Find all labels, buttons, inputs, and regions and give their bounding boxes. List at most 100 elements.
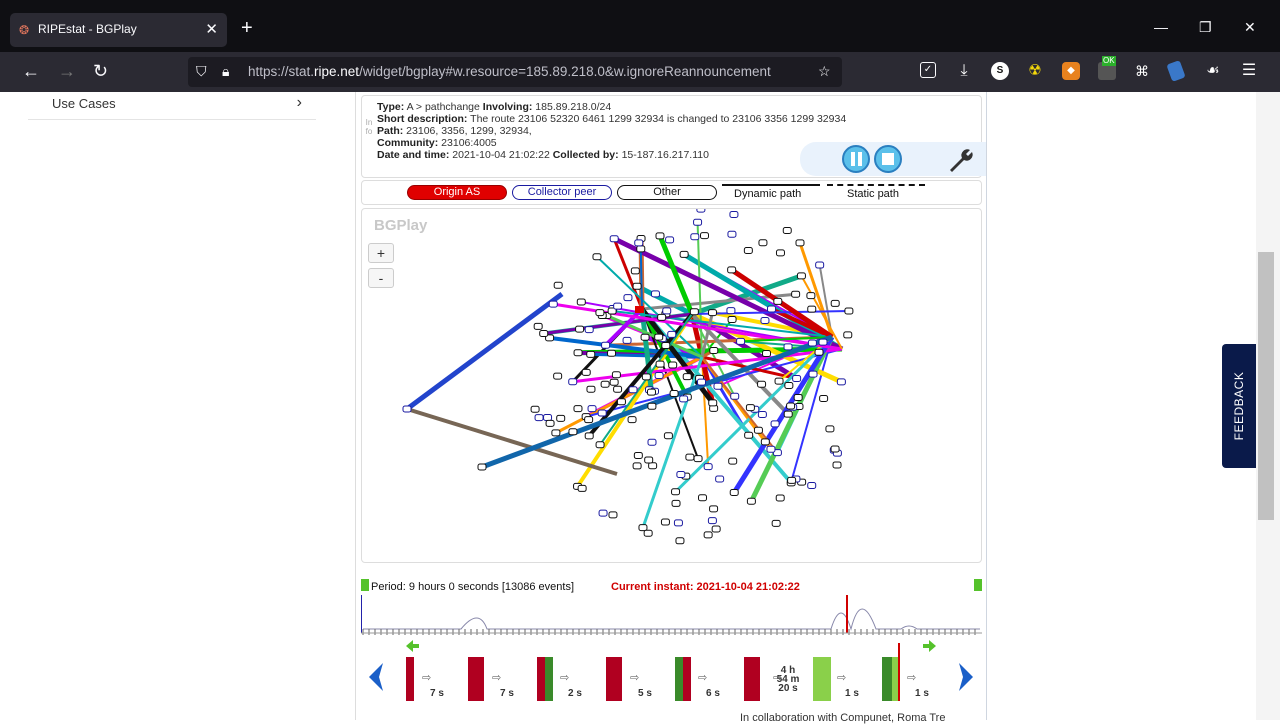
- as-node[interactable]: [592, 253, 602, 261]
- prev-event-button[interactable]: [369, 663, 383, 691]
- as-node[interactable]: [553, 281, 563, 289]
- event-block[interactable]: [744, 657, 760, 701]
- as-node[interactable]: [819, 394, 829, 402]
- as-node[interactable]: [661, 341, 671, 349]
- as-node[interactable]: [757, 380, 767, 388]
- as-node[interactable]: [698, 494, 708, 502]
- as-node[interactable]: [671, 488, 681, 496]
- as-node[interactable]: [609, 378, 619, 386]
- as-node[interactable]: [726, 307, 736, 315]
- as-node[interactable]: [771, 519, 781, 527]
- as-node[interactable]: [818, 338, 828, 346]
- as-node[interactable]: [597, 409, 607, 417]
- as-node[interactable]: [762, 350, 772, 358]
- event-block[interactable]: [813, 657, 831, 701]
- as-node[interactable]: [548, 300, 558, 308]
- as-node[interactable]: [402, 405, 412, 413]
- as-node[interactable]: [807, 305, 817, 313]
- as-node[interactable]: [787, 476, 797, 484]
- event-block[interactable]: [683, 657, 691, 701]
- extension-s-icon[interactable]: S: [991, 62, 1009, 80]
- as-node[interactable]: [640, 333, 650, 341]
- as-node[interactable]: [657, 313, 667, 321]
- as-node[interactable]: [696, 209, 706, 213]
- as-node[interactable]: [609, 235, 619, 243]
- as-node[interactable]: [775, 249, 785, 257]
- chevron-right-icon[interactable]: ›: [297, 94, 302, 112]
- step-back-arrow-icon[interactable]: [406, 640, 419, 652]
- as-node[interactable]: [655, 232, 665, 240]
- as-node[interactable]: [689, 308, 699, 316]
- as-node[interactable]: [830, 299, 840, 307]
- as-node[interactable]: [584, 432, 594, 440]
- as-node[interactable]: [807, 482, 817, 490]
- as-node[interactable]: [586, 350, 596, 358]
- as-node[interactable]: [767, 305, 777, 313]
- as-node[interactable]: [676, 470, 686, 478]
- stop-button[interactable]: [874, 145, 902, 173]
- as-node[interactable]: [607, 349, 617, 357]
- as-node[interactable]: [707, 517, 717, 525]
- as-node[interactable]: [836, 378, 846, 386]
- as-node[interactable]: [745, 404, 755, 412]
- as-node[interactable]: [843, 331, 853, 339]
- as-node[interactable]: [534, 414, 544, 422]
- as-node[interactable]: [638, 524, 648, 532]
- as-node[interactable]: [832, 461, 842, 469]
- event-block[interactable]: [675, 657, 683, 701]
- as-node[interactable]: [699, 232, 709, 240]
- as-node[interactable]: [814, 348, 824, 356]
- event-block[interactable]: [606, 657, 622, 701]
- as-node[interactable]: [654, 371, 664, 379]
- as-node[interactable]: [662, 307, 672, 315]
- as-node[interactable]: [679, 250, 689, 258]
- as-node[interactable]: [736, 337, 746, 345]
- as-node[interactable]: [775, 494, 785, 502]
- as-node[interactable]: [758, 239, 768, 247]
- as-node[interactable]: [746, 497, 756, 505]
- as-node[interactable]: [556, 414, 566, 422]
- as-node[interactable]: [634, 239, 644, 247]
- as-node[interactable]: [713, 382, 723, 390]
- new-tab-icon[interactable]: +: [241, 18, 253, 38]
- browser-tab[interactable]: ❂ RIPEstat - BGPlay ✕: [10, 13, 227, 47]
- as-node[interactable]: [632, 462, 642, 470]
- event-block[interactable]: [468, 657, 484, 701]
- as-node[interactable]: [568, 428, 578, 436]
- as-node[interactable]: [630, 267, 640, 275]
- as-node[interactable]: [663, 432, 673, 440]
- as-node[interactable]: [770, 420, 780, 428]
- reload-icon[interactable]: ↻: [93, 61, 108, 81]
- as-node[interactable]: [545, 419, 555, 427]
- bgplay-graph[interactable]: BGPlay + -: [361, 208, 982, 563]
- as-node[interactable]: [782, 227, 792, 235]
- as-node[interactable]: [791, 290, 801, 298]
- extension-radiation-icon[interactable]: ☢: [1026, 62, 1044, 80]
- as-node[interactable]: [673, 519, 683, 527]
- as-node[interactable]: [608, 511, 618, 519]
- as-node[interactable]: [766, 445, 776, 453]
- as-node[interactable]: [730, 392, 740, 400]
- feedback-button[interactable]: FEEDBACK: [1222, 344, 1256, 468]
- as-node[interactable]: [633, 451, 643, 459]
- as-node[interactable]: [613, 302, 623, 310]
- as-node[interactable]: [796, 272, 806, 280]
- as-node[interactable]: [660, 518, 670, 526]
- as-node[interactable]: [727, 315, 737, 323]
- as-node[interactable]: [707, 309, 717, 317]
- as-node[interactable]: [655, 360, 665, 368]
- as-node[interactable]: [586, 385, 596, 393]
- as-node[interactable]: [690, 233, 700, 241]
- as-node[interactable]: [727, 230, 737, 238]
- as-node[interactable]: [553, 372, 563, 380]
- metamask-icon[interactable]: ◆: [1062, 62, 1080, 80]
- as-node[interactable]: [808, 370, 818, 378]
- as-node[interactable]: [595, 309, 605, 317]
- bookmark-star-icon[interactable]: ☆: [818, 63, 831, 80]
- as-graph-canvas[interactable]: [362, 209, 982, 563]
- as-node[interactable]: [598, 509, 608, 517]
- as-node[interactable]: [744, 431, 754, 439]
- as-node[interactable]: [709, 347, 719, 355]
- as-node[interactable]: [641, 373, 651, 381]
- minimize-icon[interactable]: —: [1154, 19, 1168, 35]
